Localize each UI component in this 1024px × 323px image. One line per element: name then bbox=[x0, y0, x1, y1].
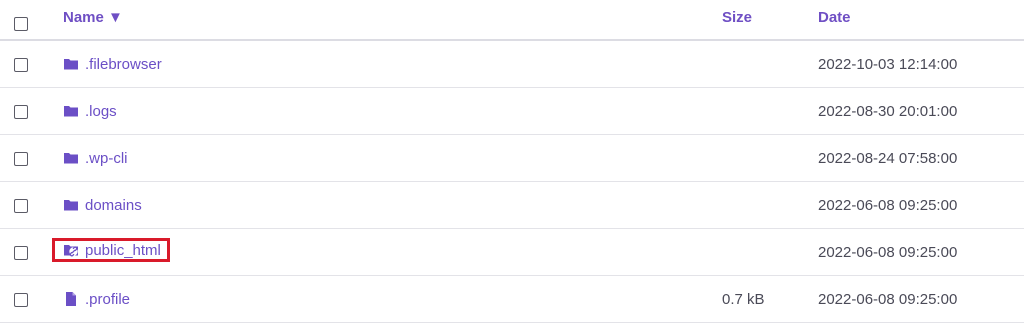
file-name-label: .filebrowser bbox=[85, 55, 162, 73]
table-header: Name ▼ Size Date bbox=[0, 0, 1024, 41]
row-checkbox[interactable] bbox=[14, 105, 28, 119]
row-checkbox[interactable] bbox=[14, 58, 28, 72]
file-size: 0.7 kB bbox=[722, 291, 765, 308]
file-table: Name ▼ Size Date .filebrowser 2022-10-03… bbox=[0, 0, 1024, 323]
folder-icon bbox=[64, 200, 78, 211]
table-row[interactable]: public_html 2022-06-08 09:25:00 bbox=[0, 229, 1024, 276]
row-checkbox[interactable] bbox=[14, 293, 28, 307]
file-date: 2022-06-08 09:25:00 bbox=[818, 291, 958, 308]
folder-icon bbox=[64, 59, 78, 70]
table-row[interactable]: .profile 0.7 kB 2022-06-08 09:25:00 bbox=[0, 276, 1024, 323]
file-name-link[interactable]: .logs bbox=[63, 101, 117, 121]
file-name-link[interactable]: .filebrowser bbox=[63, 54, 162, 74]
row-checkbox[interactable] bbox=[14, 152, 28, 166]
name-column-header[interactable]: Name ▼ bbox=[63, 9, 123, 26]
file-date: 2022-06-08 09:25:00 bbox=[818, 244, 958, 261]
file-name-label: domains bbox=[85, 196, 142, 214]
table-row[interactable]: .wp-cli 2022-08-24 07:58:00 bbox=[0, 135, 1024, 182]
folder-icon bbox=[64, 106, 78, 117]
file-date: 2022-08-24 07:58:00 bbox=[818, 150, 958, 167]
date-column-header[interactable]: Date bbox=[818, 9, 851, 26]
file-name-label: public_html bbox=[85, 241, 161, 259]
file-date: 2022-06-08 09:25:00 bbox=[818, 197, 958, 214]
table-row[interactable]: .logs 2022-08-30 20:01:00 bbox=[0, 88, 1024, 135]
file-name-link[interactable]: public_html bbox=[52, 238, 170, 262]
row-checkbox[interactable] bbox=[14, 199, 28, 213]
file-name-link[interactable]: .wp-cli bbox=[63, 148, 128, 168]
table-row[interactable]: .filebrowser 2022-10-03 12:14:00 bbox=[0, 41, 1024, 88]
file-icon bbox=[66, 292, 76, 306]
file-name-link[interactable]: .profile bbox=[63, 289, 130, 309]
file-name-label: .logs bbox=[85, 102, 117, 120]
file-name-link[interactable]: domains bbox=[63, 195, 142, 215]
table-row[interactable]: domains 2022-06-08 09:25:00 bbox=[0, 182, 1024, 229]
select-all-checkbox[interactable] bbox=[14, 17, 28, 31]
folder-link-icon bbox=[64, 245, 78, 257]
file-date: 2022-08-30 20:01:00 bbox=[818, 103, 958, 120]
row-checkbox[interactable] bbox=[14, 246, 28, 260]
folder-icon bbox=[64, 153, 78, 164]
size-column-header[interactable]: Size bbox=[722, 9, 752, 26]
file-name-label: .wp-cli bbox=[85, 149, 128, 167]
file-date: 2022-10-03 12:14:00 bbox=[818, 56, 958, 73]
file-name-label: .profile bbox=[85, 290, 131, 308]
